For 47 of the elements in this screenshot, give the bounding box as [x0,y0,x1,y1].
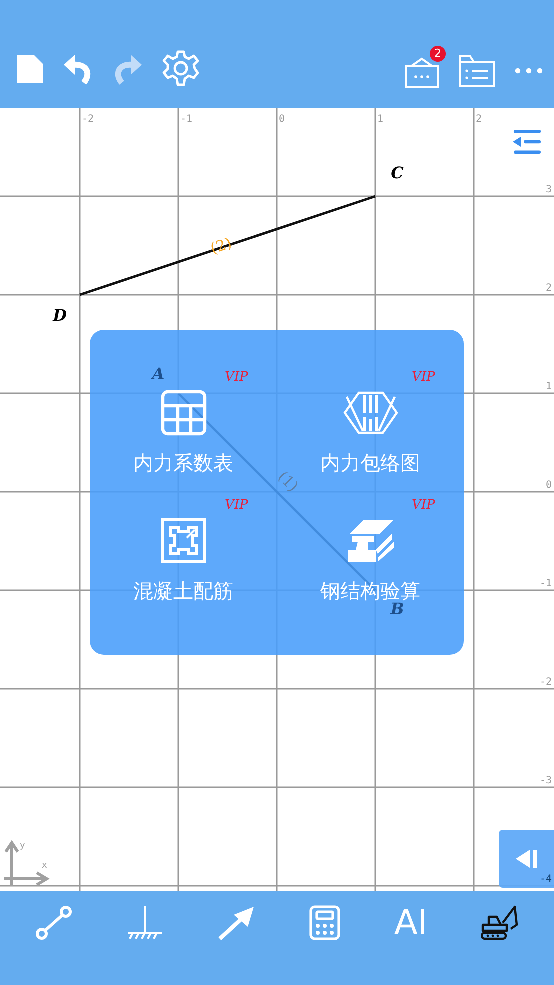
axis-label: x [42,861,48,871]
axis-tick-label: 2 [546,283,552,294]
new-file-button[interactable] [14,52,46,86]
settings-icon [162,50,200,88]
more-icon [514,67,544,75]
project-list-button[interactable] [456,52,498,90]
vip-label: VIP [225,498,248,514]
axis-tick-label: 1 [378,114,384,125]
collapse-list-icon [512,129,542,155]
axis-tick-label: -1 [180,114,193,125]
axis-tick-label: -1 [540,578,552,590]
expand-sidebar-button[interactable] [499,830,554,888]
document-icon [16,54,44,84]
menu-item[interactable]: 内力系数表 [134,388,234,477]
vip-label: VIP [412,370,436,386]
ai-button[interactable]: AI [392,901,430,945]
axis-tick-label: -2 [82,114,94,125]
vip-label: VIP [412,498,436,514]
menu-item[interactable]: 混凝土配筋 [134,516,234,604]
notification-badge: 2 [430,46,446,62]
axis-tick-label: 3 [546,184,552,196]
calculator-icon [309,905,342,941]
member-icon [34,905,73,941]
vip-label: VIP [225,370,248,386]
node-label: A [152,364,165,384]
axis-tick-label: -2 [540,677,552,688]
axis-tick-label: 1 [546,382,552,392]
excavator-icon [481,905,520,941]
axis-tick-label: -4 [540,874,552,885]
member-label: (2) [208,234,234,258]
node-label: D [53,306,67,325]
table-icon [160,390,206,436]
sidebar-toggle-icon [514,848,538,870]
axis-tick-label: 0 [546,480,552,491]
column-section-icon [160,518,206,564]
menu-item[interactable]: 内力包络图 [320,388,420,477]
steel-beam-icon [346,518,396,564]
axis-tick-label: 2 [476,114,482,125]
node-label: C [391,164,404,182]
axis-tick-label: 0 [279,114,286,125]
arrow-icon [218,905,256,941]
axis-label: y [20,841,26,851]
envelope-diagram-icon [342,391,398,435]
fixed-support-icon [126,906,164,940]
axis-tick-label: -3 [540,776,552,786]
member-label: (1) [274,468,302,496]
folder-list-icon [458,54,496,88]
